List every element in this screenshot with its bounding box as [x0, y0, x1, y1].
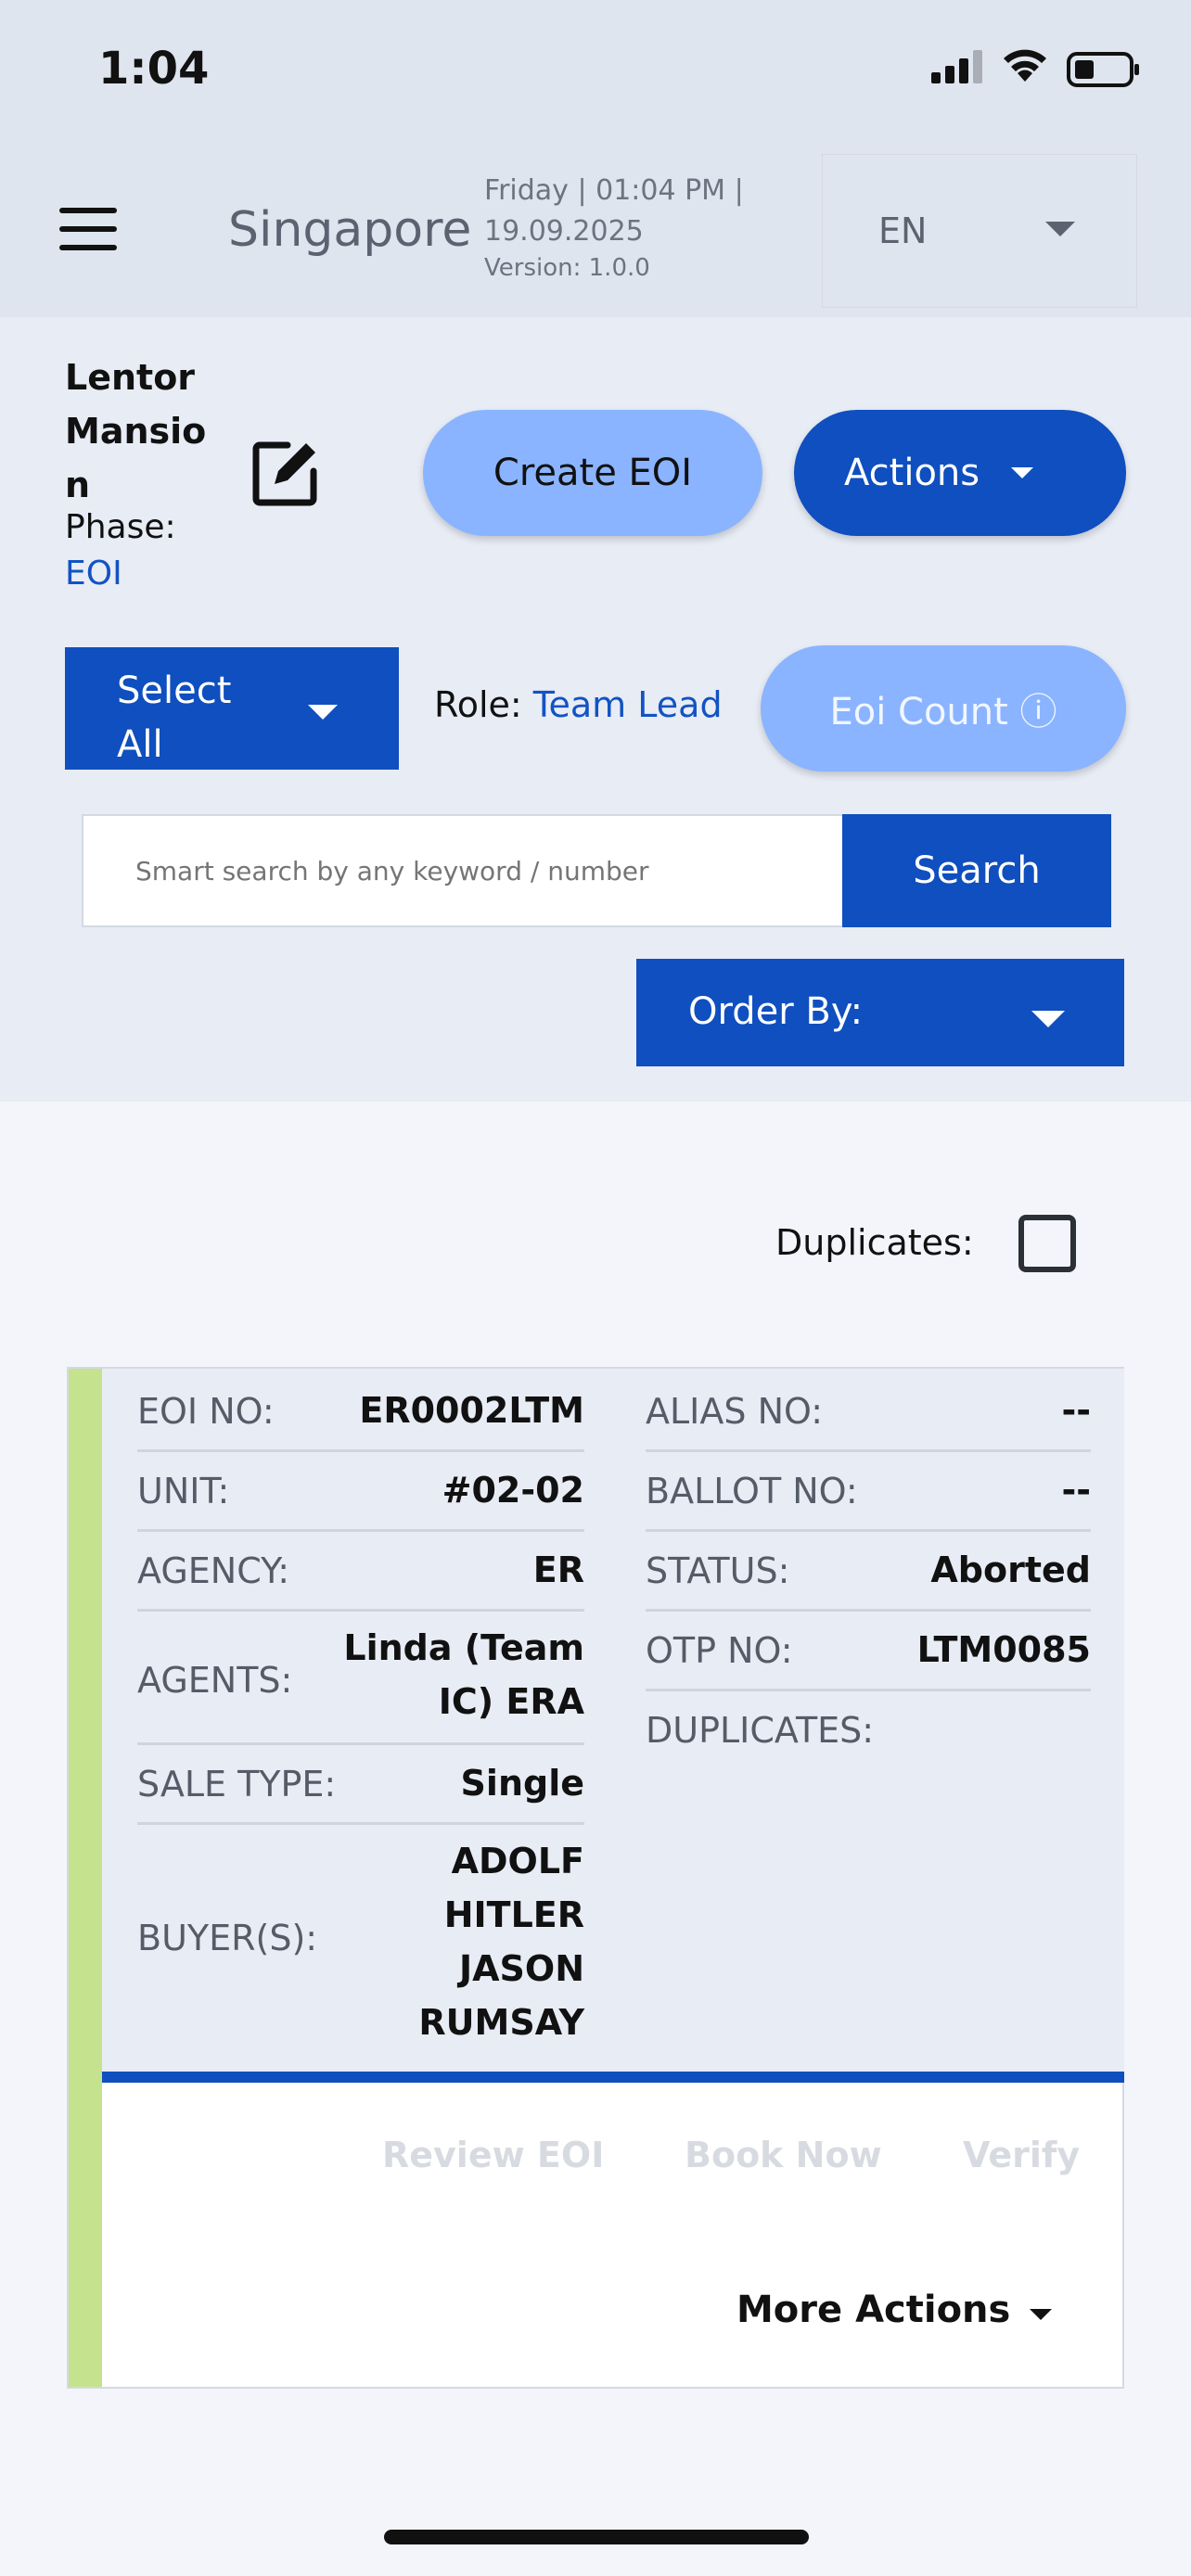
language-select[interactable]: EN: [822, 154, 1137, 308]
status-time: 1:04: [98, 43, 210, 95]
detail-value: Aborted: [930, 1549, 1091, 1590]
detail-label: OTP NO:: [646, 1630, 793, 1671]
detail-value: ADOLF HITLER JASON RUMSAY: [418, 1841, 584, 2043]
search-input[interactable]: [82, 814, 844, 927]
chevron-down-icon: [308, 705, 338, 720]
select-all-dropdown[interactable]: Select All: [65, 647, 399, 770]
order-by-label: Order By:: [688, 990, 864, 1033]
detail-value: ER: [532, 1549, 584, 1590]
detail-row: BALLOT NO: --: [646, 1452, 1091, 1532]
actions-button[interactable]: Actions: [794, 410, 1126, 536]
role-value: Team Lead: [532, 684, 723, 725]
chevron-down-icon: [1045, 222, 1075, 236]
datetime-line2: 19.09.2025: [484, 215, 644, 248]
detail-label: BUYER(S):: [137, 1918, 318, 1958]
eoi-card: EOI NO: ER0002LTM UNIT: #02-02 AGENCY: E…: [67, 1367, 1124, 2389]
chevron-down-icon[interactable]: [1030, 2309, 1052, 2320]
duplicates-label: Duplicates:: [775, 1222, 974, 1263]
version-label: Version: 1.0.0: [484, 254, 650, 282]
detail-value: #02-02: [442, 1470, 584, 1511]
role-label: Role: Team Lead: [434, 684, 723, 725]
detail-label: ALIAS NO:: [646, 1391, 824, 1432]
detail-row: BUYER(S): ADOLF HITLER JASON RUMSAY: [137, 1825, 584, 2070]
duplicates-checkbox[interactable]: [1018, 1215, 1076, 1272]
phase-label: Phase:: [65, 508, 176, 546]
detail-label: EOI NO:: [137, 1391, 275, 1432]
menu-icon[interactable]: [59, 208, 117, 250]
detail-value: --: [1061, 1470, 1091, 1511]
cellular-signal-icon: [931, 50, 982, 83]
status-bar: 1:04: [0, 0, 1191, 148]
detail-row: EOI NO: ER0002LTM: [137, 1372, 584, 1452]
detail-label: UNIT:: [137, 1471, 230, 1511]
detail-row: AGENCY: ER: [137, 1532, 584, 1612]
create-eoi-button[interactable]: Create EOI: [423, 410, 762, 536]
order-by-dropdown[interactable]: Order By:: [636, 959, 1124, 1066]
phase-value[interactable]: EOI: [65, 555, 122, 593]
home-indicator: [384, 2530, 809, 2544]
detail-value: Linda (Team IC) ERA: [343, 1627, 584, 1722]
datetime-line1: Friday | 01:04 PM |: [484, 174, 744, 207]
detail-value: --: [1061, 1390, 1091, 1431]
detail-row: SALE TYPE: Single: [137, 1745, 584, 1825]
detail-row: ALIAS NO: --: [646, 1372, 1091, 1452]
detail-label: AGENTS:: [137, 1660, 293, 1701]
card-status-stripe: [69, 1369, 102, 2387]
role-label-text: Role:: [434, 684, 533, 725]
card-details: EOI NO: ER0002LTM UNIT: #02-02 AGENCY: E…: [102, 1369, 1124, 2072]
toolbar: Lentor Mansion Phase: EOI Create EOI Act…: [0, 317, 1191, 1102]
search-button[interactable]: Search: [842, 814, 1111, 927]
detail-value: LTM0085: [916, 1629, 1091, 1670]
actions-label: Actions: [844, 452, 980, 494]
detail-row: UNIT: #02-02: [137, 1452, 584, 1532]
eoi-count-button[interactable]: Eoi Count ⓘ: [761, 645, 1126, 772]
detail-label: AGENCY:: [137, 1550, 290, 1591]
detail-label: SALE TYPE:: [137, 1764, 337, 1804]
wifi-icon: [1004, 49, 1046, 82]
detail-label: DUPLICATES:: [646, 1710, 875, 1751]
select-all-label: Select All: [117, 670, 232, 766]
detail-row: DUPLICATES:: [646, 1691, 1091, 1771]
app-header: Singapore Friday | 01:04 PM | 19.09.2025…: [0, 148, 1191, 317]
country-label: Singapore: [228, 202, 472, 258]
verify-button[interactable]: Verify: [963, 2135, 1080, 2175]
chevron-down-icon: [1031, 1011, 1065, 1027]
detail-value: ER0002LTM: [359, 1390, 584, 1431]
battery-icon: [1067, 52, 1139, 87]
edit-icon[interactable]: [250, 438, 321, 508]
detail-label: STATUS:: [646, 1550, 790, 1591]
detail-row: OTP NO: LTM0085: [646, 1612, 1091, 1691]
detail-row: STATUS: Aborted: [646, 1532, 1091, 1612]
language-value: EN: [878, 210, 928, 251]
chevron-down-icon: [1011, 467, 1033, 478]
review-eoi-button[interactable]: Review EOI: [382, 2135, 604, 2175]
project-name: Lentor Mansion: [65, 357, 207, 505]
card-divider: [102, 2072, 1124, 2083]
detail-label: BALLOT NO:: [646, 1471, 858, 1511]
more-actions-button[interactable]: More Actions: [736, 2289, 1010, 2331]
book-now-button[interactable]: Book Now: [685, 2135, 882, 2175]
detail-row: AGENTS: Linda (Team IC) ERA: [137, 1612, 584, 1745]
detail-value: Single: [460, 1763, 584, 1804]
